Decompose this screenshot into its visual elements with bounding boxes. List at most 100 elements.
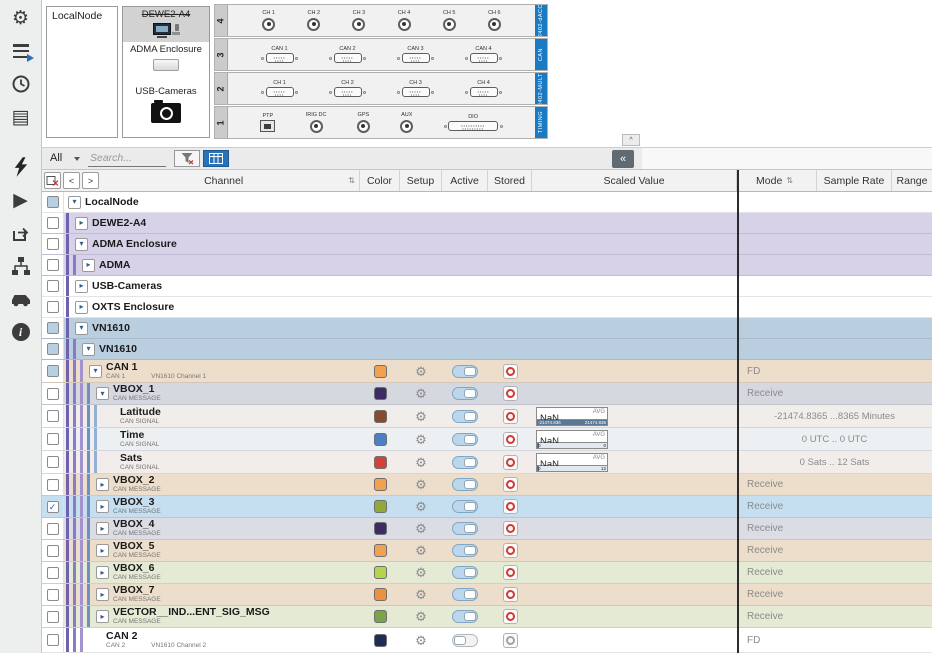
stored-record-button[interactable] [503,521,518,536]
channel-row[interactable]: Sats CAN SIGNAL ⚙ NaN AVG [42,451,932,474]
row-checkbox[interactable] [47,322,59,334]
search-input[interactable] [88,150,166,167]
row-checkbox[interactable] [47,589,59,601]
color-swatch[interactable] [374,588,387,601]
row-checkbox[interactable] [47,196,59,208]
channel-row[interactable]: ▸ OXTS Enclosure ⚙ [42,297,932,318]
header-mode[interactable]: Mode ⇅ [737,170,817,191]
module-slot[interactable]: 3CAN 1•••••••••CAN 2•••••••••CAN 3••••••… [214,38,548,71]
export-icon[interactable] [7,221,35,245]
color-swatch[interactable] [374,410,387,423]
channel-row[interactable]: ▸ VBOX_6 CAN MESSAGE ⚙ [42,562,932,584]
row-checkbox[interactable] [47,634,59,646]
row-checkbox[interactable]: ✓ [47,501,59,513]
stored-record-button[interactable] [503,499,518,514]
expander-toggle[interactable]: ▾ [75,322,88,335]
expander-toggle[interactable]: ▾ [82,343,95,356]
info-icon[interactable]: i [7,320,35,344]
color-swatch[interactable] [374,387,387,400]
column-options-button[interactable] [203,150,229,167]
active-toggle[interactable] [452,544,478,557]
channel-row[interactable]: ▸ VBOX_7 CAN MESSAGE ⚙ [42,584,932,606]
expander-toggle[interactable]: ▸ [96,522,109,535]
active-toggle[interactable] [452,478,478,491]
device-card[interactable]: ADMA Enclosure [123,42,209,83]
playback-icon[interactable]: ▶ [7,188,35,212]
row-checkbox[interactable] [47,280,59,292]
column-splitter[interactable] [737,170,739,653]
setup-gear-icon[interactable]: ⚙ [415,478,427,491]
expander-toggle[interactable]: ▸ [96,500,109,513]
active-toggle[interactable] [452,610,478,623]
header-scaled-value[interactable]: Scaled Value [532,170,737,191]
setup-gear-icon[interactable]: ⚙ [415,588,427,601]
channel-row[interactable]: ▸ ADMA ⚙ [42,255,932,276]
row-checkbox[interactable] [47,456,59,468]
expander-toggle[interactable]: ▸ [96,544,109,557]
setup-gear-icon[interactable]: ⚙ [415,433,427,446]
vehicle-icon[interactable] [7,287,35,311]
stored-record-button[interactable] [503,543,518,558]
settings-icon[interactable]: ⚙ [7,6,35,30]
row-checkbox[interactable] [47,238,59,250]
stored-record-button[interactable] [503,364,518,379]
active-toggle[interactable] [452,387,478,400]
reporting-icon[interactable]: ▤ [7,105,35,129]
setup-gear-icon[interactable]: ⚙ [415,522,427,535]
channel-row[interactable]: ✓ ▸ VBOX_3 CAN MESSAGE ⚙ [42,496,932,518]
setup-gear-icon[interactable]: ⚙ [415,387,427,400]
header-stored[interactable]: Stored [488,170,532,191]
channel-row[interactable]: ▸ VBOX_2 CAN MESSAGE ⚙ [42,474,932,496]
expander-toggle[interactable]: ▸ [75,280,88,293]
row-checkbox[interactable] [47,301,59,313]
network-icon[interactable] [7,254,35,278]
channel-row[interactable]: CAN 2 CAN 2 VN1610 Channel 2 ⚙ [42,628,932,653]
row-checkbox[interactable] [47,217,59,229]
active-toggle[interactable] [452,588,478,601]
row-checkbox[interactable] [47,523,59,535]
row-checkbox[interactable] [47,388,59,400]
setup-gear-icon[interactable]: ⚙ [415,365,427,378]
expander-toggle[interactable]: ▸ [82,259,95,272]
row-checkbox[interactable] [47,567,59,579]
stored-record-button[interactable] [503,409,518,424]
device-card[interactable]: DEWE2-A4 [123,7,209,42]
setup-gear-icon[interactable]: ⚙ [415,410,427,423]
active-toggle[interactable] [452,365,478,378]
channel-row[interactable]: ▾ LocalNode ⚙ [42,192,932,213]
stored-record-button[interactable] [503,587,518,602]
stored-record-button[interactable] [503,565,518,580]
color-swatch[interactable] [374,500,387,513]
panel-scroll-up-button[interactable]: ^ [622,134,640,146]
channel-row[interactable]: ▾ VN1610 ⚙ [42,318,932,339]
row-checkbox[interactable] [47,433,59,445]
setup-gear-icon[interactable]: ⚙ [415,500,427,513]
expander-toggle[interactable]: ▸ [96,566,109,579]
row-checkbox[interactable] [47,410,59,422]
row-checkbox[interactable] [47,479,59,491]
expander-toggle[interactable]: ▾ [96,387,109,400]
sort-icon[interactable]: ⇅ [786,176,793,185]
active-toggle[interactable] [452,500,478,513]
clear-filter-button[interactable] [174,150,200,167]
expander-toggle[interactable]: ▸ [75,217,88,230]
color-swatch[interactable] [374,522,387,535]
color-swatch[interactable] [374,544,387,557]
filter-scope-dropdown[interactable]: All [50,152,62,164]
setup-gear-icon[interactable]: ⚙ [415,610,427,623]
channel-row[interactable]: ▸ VBOX_5 CAN MESSAGE ⚙ [42,540,932,562]
color-swatch[interactable] [374,610,387,623]
channel-row[interactable]: ▾ CAN 1 CAN 1 VN1610 Channel 1 ⚙ [42,360,932,383]
stored-record-button[interactable] [503,386,518,401]
expander-toggle[interactable]: ▸ [96,478,109,491]
stored-record-button[interactable] [503,432,518,447]
header-setup[interactable]: Setup [400,170,442,191]
deselect-all-button[interactable] [44,172,61,189]
expand-all-button[interactable]: > [82,172,99,189]
device-card[interactable]: USB-Cameras [123,84,209,137]
active-toggle[interactable] [452,566,478,579]
setup-gear-icon[interactable]: ⚙ [415,544,427,557]
stored-record-button[interactable] [503,477,518,492]
color-swatch[interactable] [374,433,387,446]
module-slot[interactable]: 4CH 1CH 2CH 3CH 4CH 5CH 62402-dACC [214,4,548,37]
